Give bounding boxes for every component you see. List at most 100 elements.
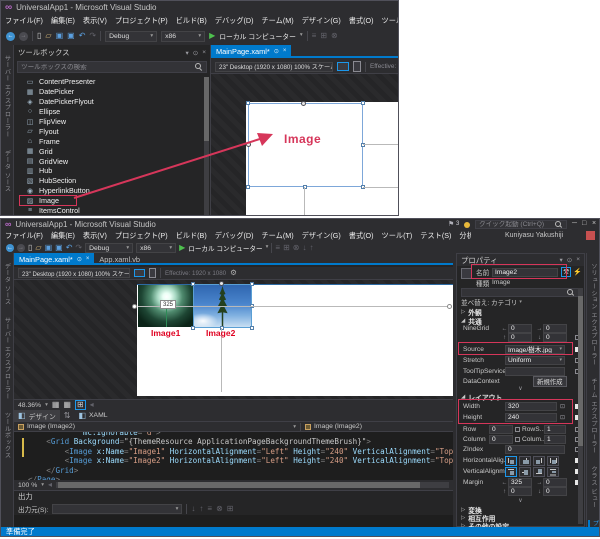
device-resolution-dropdown[interactable]: 23" Desktop (1920 x 1080) 100% スケール▾ — [215, 61, 333, 72]
resize-handle[interactable] — [191, 326, 195, 330]
resize-handle[interactable] — [191, 282, 195, 286]
width-input[interactable]: 320 — [505, 402, 557, 411]
tooltipservice-input[interactable] — [505, 366, 565, 376]
save-icon[interactable]: ▣ — [45, 244, 53, 252]
undo-icon[interactable]: ↶ — [79, 32, 86, 40]
menu-item[interactable]: 書式(O) — [345, 16, 378, 26]
height-input[interactable]: 240 — [505, 413, 557, 422]
toolbar-extra-icon[interactable]: ⊞ — [283, 244, 290, 252]
quick-launch[interactable] — [475, 220, 567, 229]
debug-configuration-dropdown[interactable]: Debug ▾ — [85, 243, 134, 253]
run-target-label[interactable]: ローカル コンピューター — [219, 31, 296, 41]
menu-item[interactable]: テスト(S) — [416, 231, 455, 241]
toolbar-extra-icon[interactable]: ↓ — [302, 244, 306, 252]
design-surface[interactable]: Image1 Image2 325 — [14, 280, 453, 399]
menu-item[interactable]: ビルド(B) — [172, 16, 211, 26]
anchor-point-icon[interactable] — [219, 281, 224, 286]
halign-right-button[interactable] — [533, 455, 545, 466]
xaml-editor[interactable]: mc:Ignorable="d"> <Grid Background="{The… — [14, 432, 453, 480]
toolbox-item-gridview[interactable]: ▤ GridView — [14, 156, 202, 166]
halign-stretch-button[interactable] — [547, 455, 559, 466]
navigate-back-icon[interactable]: ← — [6, 31, 15, 41]
scrollbar-thumb[interactable] — [578, 296, 583, 446]
toolbox-search[interactable] — [17, 61, 207, 73]
design-view-tab[interactable]: ◧ デザイン — [14, 410, 60, 421]
breadcrumb-dropdown-icon[interactable]: ▾ — [293, 424, 296, 430]
ninegrid-left-input[interactable]: 0 — [508, 324, 532, 333]
tab-pin-icon[interactable]: ⊙ — [274, 48, 279, 55]
output-icon[interactable]: ⊗ — [216, 504, 223, 513]
output-icon[interactable]: ↓ — [191, 504, 195, 513]
autohide-tab[interactable]: クラス ビュー — [589, 466, 598, 508]
platform-dropdown[interactable]: x86 ▾ — [161, 30, 206, 42]
valign-center-button[interactable] — [519, 466, 531, 477]
title-bar[interactable]: ∞ UniversalApp1 - Microsoft Visual Studi… — [1, 1, 398, 14]
navigate-forward-icon[interactable]: → — [19, 31, 28, 41]
snap-to-snaplines-icon[interactable]: ⊞ — [74, 400, 86, 410]
designer-settings-gear-icon[interactable]: ⚙ — [230, 269, 237, 277]
maximize-button[interactable]: □ — [582, 220, 586, 227]
toolbar-extra-icon[interactable]: ≡ — [275, 244, 280, 252]
margin-right-input[interactable]: 0 — [543, 478, 567, 487]
close-icon[interactable]: × — [576, 256, 580, 264]
name-input[interactable]: Image2 — [492, 267, 558, 277]
toolbox-item-flyout[interactable]: ▱ Flyout — [14, 126, 202, 136]
menu-item[interactable]: 書式(O) — [345, 231, 378, 241]
valign-top-button[interactable] — [505, 466, 517, 477]
menu-item[interactable]: 分析(N) — [455, 231, 471, 241]
redo-icon[interactable]: ↷ — [89, 32, 96, 40]
menu-item[interactable]: ファイル(F) — [1, 231, 47, 241]
toolbox-item-datepickerflyout[interactable]: ◈ DatePickerFlyout — [14, 97, 202, 107]
toolbar-extra-icon[interactable]: ≡ — [312, 32, 317, 40]
tab-close-icon[interactable]: × — [283, 48, 287, 54]
update-notification-icon[interactable] — [464, 222, 470, 228]
output-icon[interactable]: ↑ — [199, 504, 203, 513]
menu-item[interactable]: プロジェクト(P) — [111, 231, 172, 241]
wrench-icon[interactable]: ⚒ — [561, 267, 572, 277]
height-reset-icon[interactable]: ⊡ — [560, 414, 565, 421]
run-icon[interactable]: ▶ — [209, 32, 215, 40]
column-input[interactable]: 0 — [489, 434, 513, 444]
autohide-tab[interactable]: チーム エクスプローラー — [589, 378, 598, 454]
stretch-dropdown[interactable]: Uniform ▾ — [505, 355, 565, 365]
undo-icon[interactable]: ↶ — [66, 244, 73, 252]
toolbox-scrollbar[interactable] — [204, 77, 209, 215]
menu-item[interactable]: チーム(M) — [257, 16, 297, 26]
toolbox-item-itemscontrol[interactable]: ≡ ItemsControl — [14, 206, 202, 215]
navigate-forward-icon[interactable]: → — [17, 244, 25, 252]
save-all-icon[interactable]: ▣ — [67, 32, 75, 40]
portrait-orientation-icon[interactable] — [353, 61, 361, 72]
window-position-icon[interactable]: ▾ — [185, 49, 188, 57]
tab-app-xaml-vb[interactable]: App.xaml.vb — [94, 253, 145, 265]
autohide-tab[interactable]: データ ソース — [3, 263, 12, 305]
toolbox-item-grid[interactable]: ▦ Grid — [14, 146, 202, 156]
menu-item[interactable]: プロジェクト(P) — [111, 16, 172, 26]
xaml-code-block[interactable]: mc:Ignorable="d"> <Grid Background="{The… — [28, 432, 453, 480]
platform-dropdown[interactable]: x86 ▾ — [136, 243, 177, 253]
property-marker[interactable] — [515, 436, 520, 442]
menu-item[interactable]: 表示(V) — [79, 231, 111, 241]
toolbox-search-input[interactable] — [21, 63, 195, 71]
properties-search-input[interactable] — [465, 289, 567, 296]
valign-stretch-button[interactable] — [547, 466, 559, 477]
designer-zoom-value[interactable]: 48.36% — [18, 402, 41, 409]
run-target-dropdown-icon[interactable]: ▾ — [300, 33, 303, 39]
user-avatar[interactable] — [586, 231, 595, 240]
menu-item[interactable]: デザイン(G) — [298, 231, 345, 241]
landscape-orientation-icon[interactable] — [134, 269, 145, 277]
property-marker[interactable] — [515, 426, 520, 432]
tab-mainpage-xaml[interactable]: MainPage.xaml* ⊙ × — [211, 45, 292, 57]
ninegrid-right-input[interactable]: 0 — [543, 324, 567, 333]
layout-expander-icon[interactable]: ∨ — [457, 497, 584, 504]
events-bolt-icon[interactable]: ⚡ — [573, 268, 582, 276]
horizontal-scrollbar[interactable] — [56, 482, 449, 488]
minimize-button[interactable]: ─ — [572, 220, 577, 227]
toolbar-extra-icon[interactable]: ⊞ — [320, 32, 327, 40]
output-header[interactable]: 出力 — [14, 491, 453, 502]
menu-item[interactable]: ファイル(F) — [1, 16, 47, 26]
menu-item[interactable]: 表示(V) — [79, 16, 111, 26]
breadcrumb-left[interactable]: Image (Image2) ▾ — [14, 422, 300, 431]
toolbox-item-frame[interactable]: ⌂ Frame — [14, 136, 202, 146]
row-input[interactable]: 0 — [489, 424, 513, 434]
toolbox-item-image[interactable]: ▨ Image — [14, 194, 202, 207]
